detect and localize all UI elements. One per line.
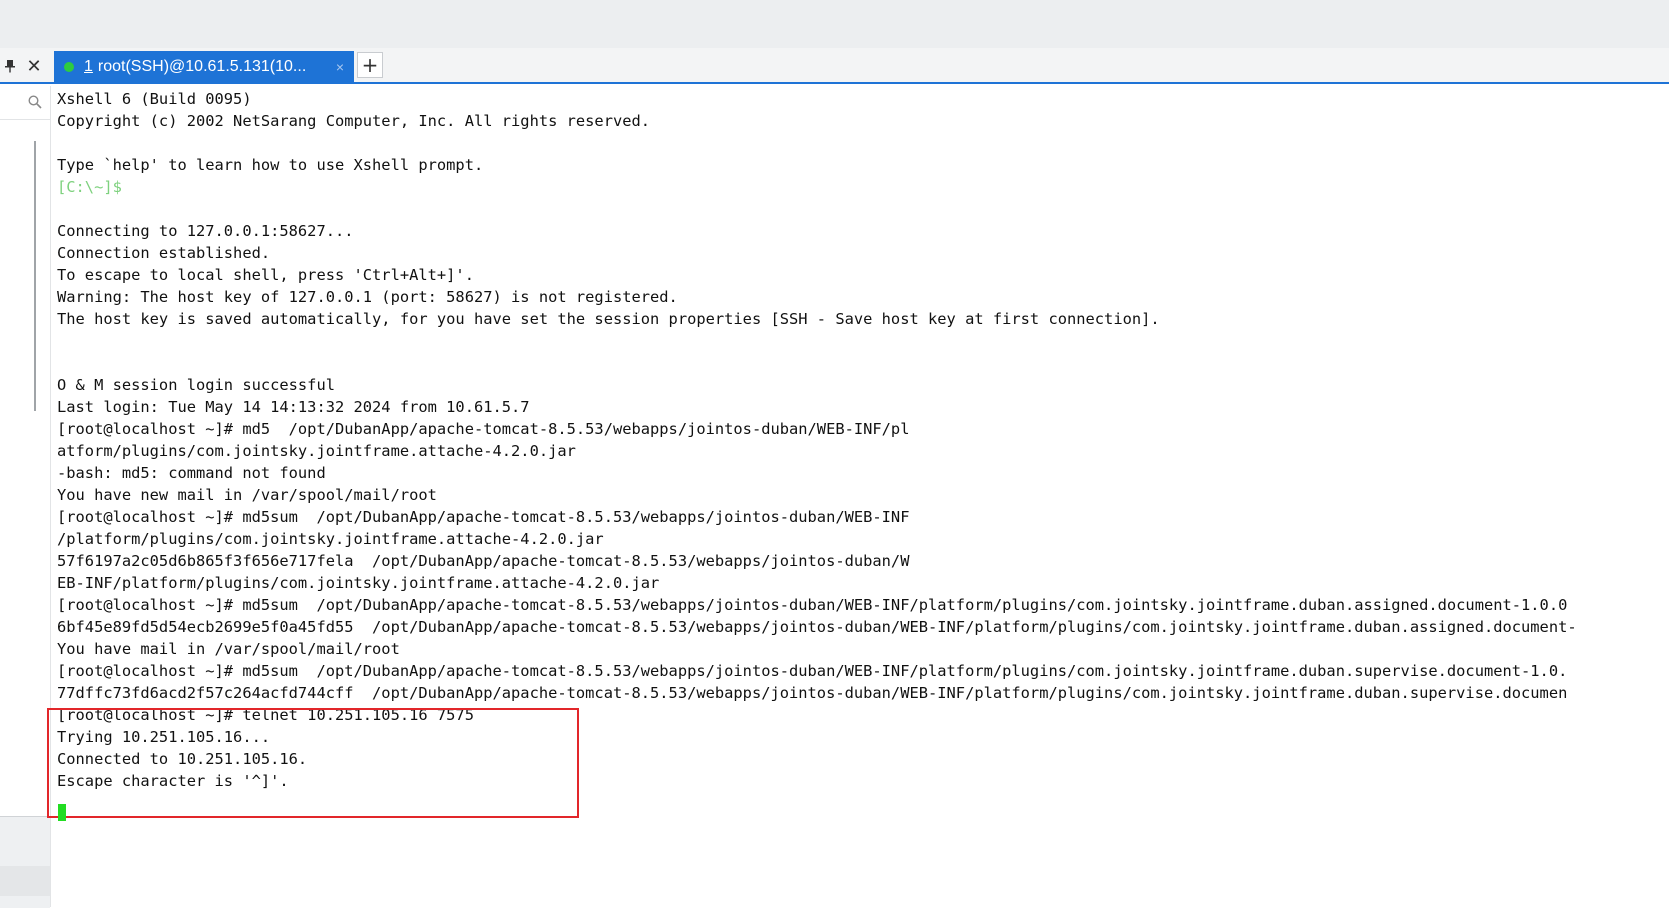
terminal-line: [root@localhost ~]# md5 /opt/DubanApp/ap… <box>57 420 910 438</box>
side-divider <box>0 119 50 120</box>
terminal-line: 77dffc73fd6acd2f57c264acfd744cff /opt/Du… <box>57 684 1568 702</box>
terminal-line: Type `help' to learn how to use Xshell p… <box>57 156 484 174</box>
terminal-line: -bash: md5: command not found <box>57 464 326 482</box>
side-scrollbar[interactable] <box>34 141 36 411</box>
terminal-line: Connection established. <box>57 244 271 262</box>
window-header-area <box>0 0 1669 48</box>
search-icon[interactable] <box>28 94 42 109</box>
tab-close-icon[interactable]: × <box>336 59 344 75</box>
terminal-line: EB-INF/platform/plugins/com.jointsky.joi… <box>57 574 660 592</box>
terminal-line: [C:\~]$ <box>57 178 122 196</box>
session-side-panel <box>0 86 51 908</box>
terminal-line: You have mail in /var/spool/mail/root <box>57 640 400 658</box>
tab-title: root(SSH)@10.61.5.131(10... <box>97 57 307 75</box>
connection-status-icon <box>64 61 74 72</box>
terminal-line: [root@localhost ~]# md5sum /opt/DubanApp… <box>57 596 1568 614</box>
terminal-line: Copyright (c) 2002 NetSarang Computer, I… <box>57 112 651 130</box>
terminal-line: Warning: The host key of 127.0.0.1 (port… <box>57 288 678 306</box>
highlight-annotation-box <box>47 708 579 818</box>
terminal-line: You have new mail in /var/spool/mail/roo… <box>57 486 437 504</box>
terminal-line: O & M session login successful <box>57 376 335 394</box>
terminal-line: Xshell 6 (Build 0095) <box>57 90 252 108</box>
terminal-line: [root@localhost ~]# md5sum /opt/DubanApp… <box>57 662 1568 680</box>
tab-number: 1 <box>84 57 93 75</box>
terminal-line: Last login: Tue May 14 14:13:32 2024 fro… <box>57 398 530 416</box>
terminal-line: The host key is saved automatically, for… <box>57 310 1160 328</box>
pin-icon-glyph <box>5 60 15 73</box>
new-tab-button[interactable]: + <box>357 52 383 78</box>
terminal-line: 57f6197a2c05d6b865f3f656e717fela /opt/Du… <box>57 552 910 570</box>
close-icon[interactable]: ✕ <box>24 56 44 77</box>
terminal-line: /platform/plugins/com.jointsky.jointfram… <box>57 530 604 548</box>
terminal-line: atform/plugins/com.jointsky.jointframe.a… <box>57 442 576 460</box>
side-panel-footer-strip <box>0 866 50 896</box>
pin-icon[interactable] <box>0 56 20 76</box>
session-tab-strip: ✕ 1 root(SSH)@10.61.5.131(10... × + <box>0 48 1669 84</box>
terminal-line: [root@localhost ~]# md5sum /opt/DubanApp… <box>57 508 910 526</box>
terminal-line: Connecting to 127.0.0.1:58627... <box>57 222 354 240</box>
terminal-line: To escape to local shell, press 'Ctrl+Al… <box>57 266 474 284</box>
tab-session-1[interactable]: 1 root(SSH)@10.61.5.131(10... × <box>54 51 354 82</box>
terminal-cursor <box>58 804 66 821</box>
terminal-line: 6bf45e89fd5d54ecb2699e5f0a45fd55 /opt/Du… <box>57 618 1577 636</box>
